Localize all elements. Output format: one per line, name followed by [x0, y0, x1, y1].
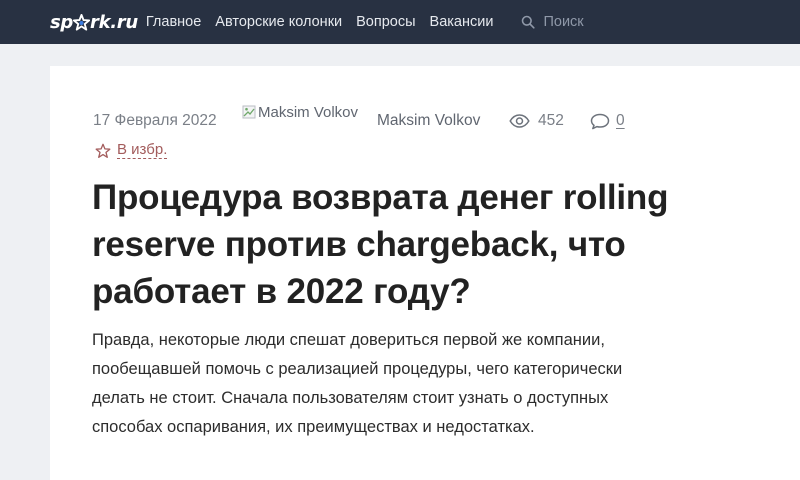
site-logo[interactable]: sp rk.ru	[50, 12, 138, 33]
top-navigation-bar: sp rk.ru Главное Авторские колонки Вопро…	[0, 0, 800, 44]
article-lead: Правда, некоторые люди спешат довериться…	[92, 331, 623, 436]
star-outline-icon	[95, 143, 111, 158]
views-count: 452	[538, 112, 564, 129]
views-counter: 452	[509, 112, 564, 130]
author-avatar-alt: Maksim Volkov	[258, 104, 359, 121]
author-name[interactable]: Maksim Volkov	[377, 112, 480, 130]
search-icon	[522, 15, 536, 29]
nav-item-main[interactable]: Главное	[146, 14, 201, 30]
star-icon	[73, 13, 90, 31]
nav-item-vacancies[interactable]: Вакансии	[430, 14, 494, 30]
broken-image-icon	[242, 105, 256, 119]
article-card: 17 Февраля 2022 Maksim Volkov Maksim Vol…	[50, 66, 800, 480]
comments-counter[interactable]: 0	[590, 112, 625, 130]
main-nav: Главное Авторские колонки Вопросы Ваканс…	[146, 14, 508, 30]
nav-item-author-columns[interactable]: Авторские колонки	[215, 14, 342, 30]
logo-text-left: sp	[50, 11, 73, 33]
comment-icon	[590, 113, 610, 129]
article-title: Процедура возврата денег rolling reserve…	[92, 178, 669, 311]
favorites-label: В избр.	[117, 141, 168, 159]
logo-text-right: rk.ru	[90, 11, 138, 33]
author-avatar[interactable]: Maksim Volkov	[242, 104, 358, 121]
comments-count[interactable]: 0	[616, 112, 625, 130]
nav-item-questions[interactable]: Вопросы	[356, 14, 415, 30]
add-to-favorites-button[interactable]: В избр.	[95, 141, 168, 159]
eye-icon	[509, 114, 530, 128]
search-placeholder: Поиск	[543, 14, 584, 30]
article-date: 17 Февраля 2022	[93, 112, 217, 129]
search-field[interactable]: Поиск	[521, 14, 584, 30]
article-meta: 17 Февраля 2022 Maksim Volkov Maksim Vol…	[93, 104, 693, 134]
